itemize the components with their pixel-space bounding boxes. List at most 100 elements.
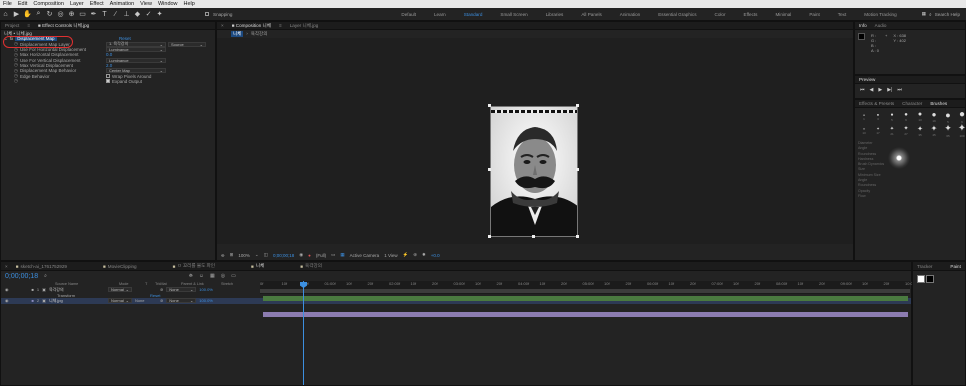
brush-preset[interactable]: ● 3 bbox=[872, 111, 884, 122]
menu-item-window[interactable]: Window bbox=[158, 1, 178, 7]
brush-preset[interactable]: ✦ 21 bbox=[886, 125, 898, 136]
brush-preset[interactable]: ● 1 bbox=[858, 111, 870, 122]
play-icon[interactable]: ▶ bbox=[878, 87, 882, 93]
fast-preview-icon[interactable]: ⚡ bbox=[403, 252, 409, 258]
workspace-all-panels[interactable]: All Panels bbox=[572, 12, 610, 17]
property-dropdown[interactable]: 1. 육각강의 ⌄ bbox=[106, 41, 166, 47]
parent-dropdown[interactable]: None ⌄ bbox=[166, 298, 197, 304]
comp-menu-icon[interactable]: ≡ bbox=[279, 23, 282, 28]
search-icon[interactable]: ⌕ bbox=[44, 273, 47, 279]
brush-preset[interactable]: ✦ 45 bbox=[928, 124, 940, 137]
property-dropdown[interactable]: Luminance ⌄ bbox=[106, 47, 166, 53]
type-tool-icon[interactable]: T bbox=[99, 9, 110, 20]
brush-preset[interactable]: ● 9 bbox=[900, 111, 912, 122]
breadcrumb-subcomp[interactable]: 육각강의 bbox=[251, 31, 268, 37]
reset-link[interactable]: Reset bbox=[150, 293, 160, 298]
eraser-tool-icon[interactable]: ◆ bbox=[132, 9, 143, 20]
checkbox-box[interactable] bbox=[106, 79, 110, 84]
prev-frame-icon[interactable]: ◀ bbox=[870, 87, 874, 93]
tab-effect-controls[interactable]: ■ Effect Controls 니체.jpg bbox=[38, 23, 89, 29]
property-value[interactable]: 0.0 bbox=[106, 52, 112, 57]
handle-br[interactable] bbox=[576, 235, 579, 238]
close-comp-tab-icon[interactable]: × bbox=[221, 23, 224, 28]
timeline-timecode[interactable]: 0;00;00;18 bbox=[5, 273, 38, 280]
eye-icon[interactable]: ◉ bbox=[5, 298, 9, 303]
timeline-tab[interactable]: ■ sketch-ai_1761752929 bbox=[16, 264, 67, 269]
workspace-default[interactable]: Default bbox=[392, 12, 425, 17]
workspace-small-screen[interactable]: Small Screen bbox=[491, 12, 536, 17]
handle-mr[interactable] bbox=[576, 168, 579, 171]
draft-3d-icon[interactable]: ⛯ bbox=[189, 273, 193, 279]
comp-frame[interactable] bbox=[490, 106, 578, 237]
brush-tool-icon[interactable]: ∕ bbox=[110, 9, 121, 20]
motion-blur-icon[interactable]: ◎ bbox=[221, 273, 225, 279]
breadcrumb-comp[interactable]: 니체 bbox=[231, 30, 244, 37]
column-header[interactable]: Parent & Link bbox=[181, 282, 221, 286]
snapping-checkbox[interactable] bbox=[205, 12, 209, 16]
timeline-tab[interactable]: ■ 육각강의 bbox=[300, 263, 322, 269]
workspace-paint[interactable]: Paint bbox=[800, 12, 828, 17]
transparency-icon[interactable]: ▦ bbox=[340, 252, 344, 258]
comp-viewer[interactable] bbox=[217, 38, 853, 244]
graph-editor-icon[interactable]: ▭ bbox=[231, 273, 236, 279]
pen-tool-icon[interactable]: ✒ bbox=[88, 9, 99, 20]
first-frame-icon[interactable]: ⏮ bbox=[860, 87, 865, 93]
selection-tool-icon[interactable]: ▶ bbox=[11, 9, 22, 20]
tab-preview[interactable]: Preview bbox=[859, 77, 875, 82]
column-header[interactable]: Mode bbox=[119, 282, 145, 286]
tab-effects-presets[interactable]: Effects & Presets bbox=[859, 101, 894, 106]
workspace-motion-tracking[interactable]: Motion Tracking bbox=[855, 12, 905, 17]
menu-item-view[interactable]: View bbox=[140, 1, 152, 7]
frame-blend-icon[interactable]: ▦ bbox=[210, 273, 215, 279]
last-frame-icon[interactable]: ⏭ bbox=[897, 87, 902, 93]
brush-preset[interactable]: ✦ 100 bbox=[956, 123, 966, 138]
brush-preset[interactable]: ● 19 bbox=[928, 110, 940, 123]
handle-tr[interactable] bbox=[576, 104, 579, 107]
menu-item-layer[interactable]: Layer bbox=[70, 1, 84, 7]
view-layout-dropdown[interactable]: 1 View bbox=[384, 253, 397, 258]
parent-dropdown[interactable]: None ⌄ bbox=[166, 287, 197, 293]
zoom-tool-icon[interactable]: ⌕ bbox=[33, 9, 44, 20]
workspace-standard[interactable]: Standard bbox=[455, 12, 492, 17]
tab-layer[interactable]: Layer 니체.jpg bbox=[290, 23, 319, 29]
paint-fg-swatch[interactable] bbox=[917, 275, 925, 283]
parent-icon[interactable]: ⊚ bbox=[160, 298, 163, 303]
handle-bm[interactable] bbox=[532, 235, 535, 238]
home-icon[interactable]: ⌂ bbox=[0, 9, 11, 20]
camera-tool-icon[interactable]: ◎ bbox=[55, 9, 66, 20]
source-dropdown[interactable]: Source ⌄ bbox=[168, 41, 206, 47]
menu-item-help[interactable]: Help bbox=[184, 1, 195, 7]
timeline-close-icon[interactable]: × bbox=[5, 264, 8, 269]
chevron-down-icon[interactable]: ⌄ bbox=[255, 252, 259, 258]
timeline-tab[interactable]: ■ ㅁ 꼬리를 물도 파인 bbox=[173, 263, 215, 269]
brush-preset[interactable]: ✦ 35 bbox=[914, 125, 926, 137]
layer-name[interactable]: 니체.jpg bbox=[49, 298, 105, 304]
resolution-dropdown[interactable]: (Full) bbox=[316, 253, 326, 258]
tab-tracker[interactable]: Tracker bbox=[917, 264, 932, 269]
workspace-effects[interactable]: Effects bbox=[735, 12, 767, 17]
search-help-input[interactable]: Search Help bbox=[935, 12, 960, 17]
rotate-tool-icon[interactable]: ↻ bbox=[44, 9, 55, 20]
snapping-toggle[interactable]: Snapping bbox=[205, 12, 232, 17]
track-layer-2[interactable] bbox=[263, 312, 908, 317]
track-layer-1[interactable] bbox=[263, 296, 908, 301]
tab-audio[interactable]: Audio bbox=[875, 23, 887, 28]
time-ruler[interactable]: 0f 10f 20f 01:00f 10f 20f 02:00f 10f 20f 03:00f 10… bbox=[260, 281, 913, 294]
roto-brush-icon[interactable]: ✓ bbox=[143, 9, 154, 20]
menu-item-composition[interactable]: Composition bbox=[33, 1, 64, 7]
workspace-animation[interactable]: Animation bbox=[611, 12, 649, 17]
stretch-value[interactable]: 100.0% bbox=[199, 298, 213, 303]
menu-item-effect[interactable]: Effect bbox=[90, 1, 104, 7]
next-frame-icon[interactable]: ▶| bbox=[887, 87, 892, 93]
timeline-tab[interactable]: ■ MovieClipping bbox=[103, 264, 137, 269]
stopwatch-icon[interactable]: ◷ bbox=[14, 78, 18, 84]
handle-tl[interactable] bbox=[488, 104, 491, 107]
brush-preset[interactable]: ✦ 65 bbox=[942, 123, 954, 138]
property-dropdown[interactable]: Luminance ⌄ bbox=[106, 57, 166, 63]
workspace-color[interactable]: Color bbox=[706, 12, 735, 17]
region-icon[interactable]: ▭ bbox=[331, 252, 335, 258]
column-header[interactable]: T bbox=[145, 282, 155, 286]
property-dropdown[interactable]: Center Map ⌄ bbox=[106, 68, 166, 74]
workspace-libraries[interactable]: Libraries bbox=[537, 12, 573, 17]
lock-icon[interactable]: ≡ bbox=[27, 23, 30, 28]
